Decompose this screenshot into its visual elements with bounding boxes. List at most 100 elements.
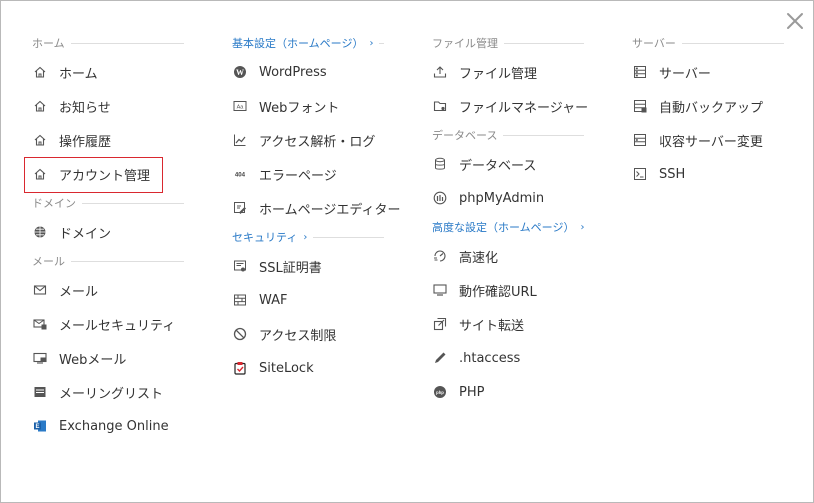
mail-icon — [33, 283, 47, 297]
section-header: メール — [32, 249, 184, 273]
menu-item[interactable]: ドメイン — [32, 215, 184, 249]
menu-item-label: 収容サーバー変更 — [659, 134, 763, 150]
section-divider — [82, 202, 184, 204]
menu-item[interactable]: 404 エラーページ — [232, 157, 384, 191]
menu-item-label: Webメール — [59, 352, 127, 368]
svg-text:php: php — [436, 390, 444, 395]
menu-item-label: アカウント管理 — [59, 168, 151, 184]
menu-item-ssh[interactable]: SSH — [632, 157, 784, 191]
section-header[interactable]: 高度な設定（ホームページ） › — [432, 215, 584, 239]
menu-item[interactable]: アクセス制限 — [232, 317, 384, 351]
menu-item-sitelock[interactable]: SiteLock — [232, 351, 384, 385]
menu-item[interactable]: サーバー — [632, 55, 784, 89]
globe-icon — [33, 225, 47, 239]
menu-item-label: SSH — [659, 166, 686, 182]
editor-icon — [233, 201, 247, 215]
menu-item[interactable]: ファイルマネージャー — [432, 89, 588, 123]
home-icon — [33, 133, 47, 147]
error-404-icon: 404 — [233, 167, 247, 181]
menu-item-label: 自動バックアップ — [659, 100, 764, 116]
menu-item-label: phpMyAdmin — [459, 190, 545, 206]
menu-item-label: ファイル管理 — [459, 66, 538, 82]
menu-item-label: メール — [59, 284, 99, 300]
menu-item-label: ホームページエディター — [259, 202, 401, 218]
section-divider — [681, 42, 784, 44]
section-title: ホーム — [32, 37, 65, 50]
server-icon — [633, 65, 647, 79]
menu-item[interactable]: メーリングリスト — [32, 375, 184, 409]
menu-item-label: データベース — [459, 158, 537, 174]
menu-item[interactable]: 操作履歴 — [32, 123, 184, 157]
menu-item-label: .htaccess — [459, 350, 521, 366]
server-change-icon — [633, 133, 647, 147]
upload-icon — [433, 65, 447, 79]
menu-item[interactable]: ホームページエディター — [232, 191, 400, 225]
transfer-icon — [433, 317, 447, 331]
menu-item-web[interactable]: Webメール — [32, 341, 184, 375]
svg-text:Aa: Aa — [237, 105, 245, 111]
section-title: 高度な設定（ホームページ） — [432, 221, 575, 234]
menu-item-label: WAF — [259, 292, 288, 308]
menu-item-ssl[interactable]: SSL証明書 — [232, 249, 384, 283]
section-header: サーバー — [632, 31, 784, 55]
menu-item[interactable]: 高速化 — [432, 239, 584, 273]
terminal-icon — [633, 167, 647, 181]
menu-item-label: 操作履歴 — [59, 134, 112, 150]
menu-item-label: メーリングリスト — [59, 386, 164, 402]
menu-item[interactable]: ホーム — [32, 55, 184, 89]
menu-item-label: WordPress — [259, 64, 327, 80]
section-header: データベース — [432, 123, 584, 147]
menu-item[interactable]: アクセス解析・ログ — [232, 123, 384, 157]
menu-item-wordpress[interactable]: W WordPress — [232, 55, 384, 89]
chevron-right-icon: › — [369, 37, 374, 49]
section-header: ホーム — [32, 31, 184, 55]
chevron-right-icon: › — [580, 221, 585, 233]
section-divider — [313, 236, 384, 238]
phpmyadmin-icon — [433, 191, 447, 205]
section-title: ファイル管理 — [432, 37, 498, 50]
menu-item-htaccess[interactable]: .htaccess — [432, 341, 584, 375]
section-title: セキュリティ — [232, 231, 298, 244]
menu-item-label: SSL証明書 — [259, 260, 322, 276]
menu-item-url[interactable]: 動作確認URL — [432, 273, 584, 307]
menu-item[interactable]: ファイル管理 — [432, 55, 584, 89]
menu-item-waf[interactable]: WAF — [232, 283, 384, 317]
section-title: サーバー — [632, 37, 676, 50]
webfont-icon: Aa — [233, 99, 247, 113]
menu-item-label: ファイルマネージャー — [459, 100, 589, 116]
menu-item[interactable]: 自動バックアップ — [632, 89, 784, 123]
menu-item-exchange-online[interactable]: E Exchange Online — [32, 409, 184, 443]
menu-item[interactable]: お知らせ — [32, 89, 184, 123]
exchange-icon: E — [33, 419, 47, 433]
menu-item-label: アクセス制限 — [259, 328, 337, 344]
prohibited-icon — [233, 327, 247, 341]
close-icon[interactable] — [785, 11, 805, 31]
menu-item-label: Exchange Online — [59, 418, 169, 434]
menu-item[interactable]: アカウント管理 — [24, 157, 184, 193]
svg-text:W: W — [236, 68, 244, 77]
menu-item[interactable]: データベース — [432, 147, 584, 181]
section-divider — [504, 42, 584, 44]
section-header[interactable]: セキュリティ › — [232, 225, 384, 249]
menu-item-label: エラーページ — [259, 168, 337, 184]
menu-item[interactable]: メール — [32, 273, 184, 307]
menu-column-4: サーバー サーバー 自動バックアップ 収容サーバー変更 SSH — [632, 31, 784, 191]
menu-item[interactable]: メールセキュリティ — [32, 307, 184, 341]
webmail-icon — [33, 351, 47, 365]
section-title: メール — [32, 255, 65, 268]
menu-item-phpmyadmin[interactable]: phpMyAdmin — [432, 181, 584, 215]
menu-item-label: サーバー — [659, 66, 711, 82]
menu-column-3: ファイル管理 ファイル管理 ファイルマネージャー データベース データベース phpMyA… — [432, 31, 588, 409]
menu-item[interactable]: 収容サーバー変更 — [632, 123, 784, 157]
menu-item-label: Webフォント — [259, 100, 340, 116]
menu-item[interactable]: サイト転送 — [432, 307, 584, 341]
section-header: ファイル管理 — [432, 31, 584, 55]
analytics-icon — [233, 133, 247, 147]
mail-security-icon — [33, 317, 47, 331]
menu-item-label: 動作確認URL — [459, 284, 537, 300]
section-header[interactable]: 基本設定（ホームページ） › — [232, 31, 384, 55]
speed-icon — [433, 249, 447, 263]
menu-item-web[interactable]: Aa Webフォント — [232, 89, 384, 123]
menu-item-php[interactable]: php PHP — [432, 375, 584, 409]
mailing-list-icon — [33, 385, 47, 399]
